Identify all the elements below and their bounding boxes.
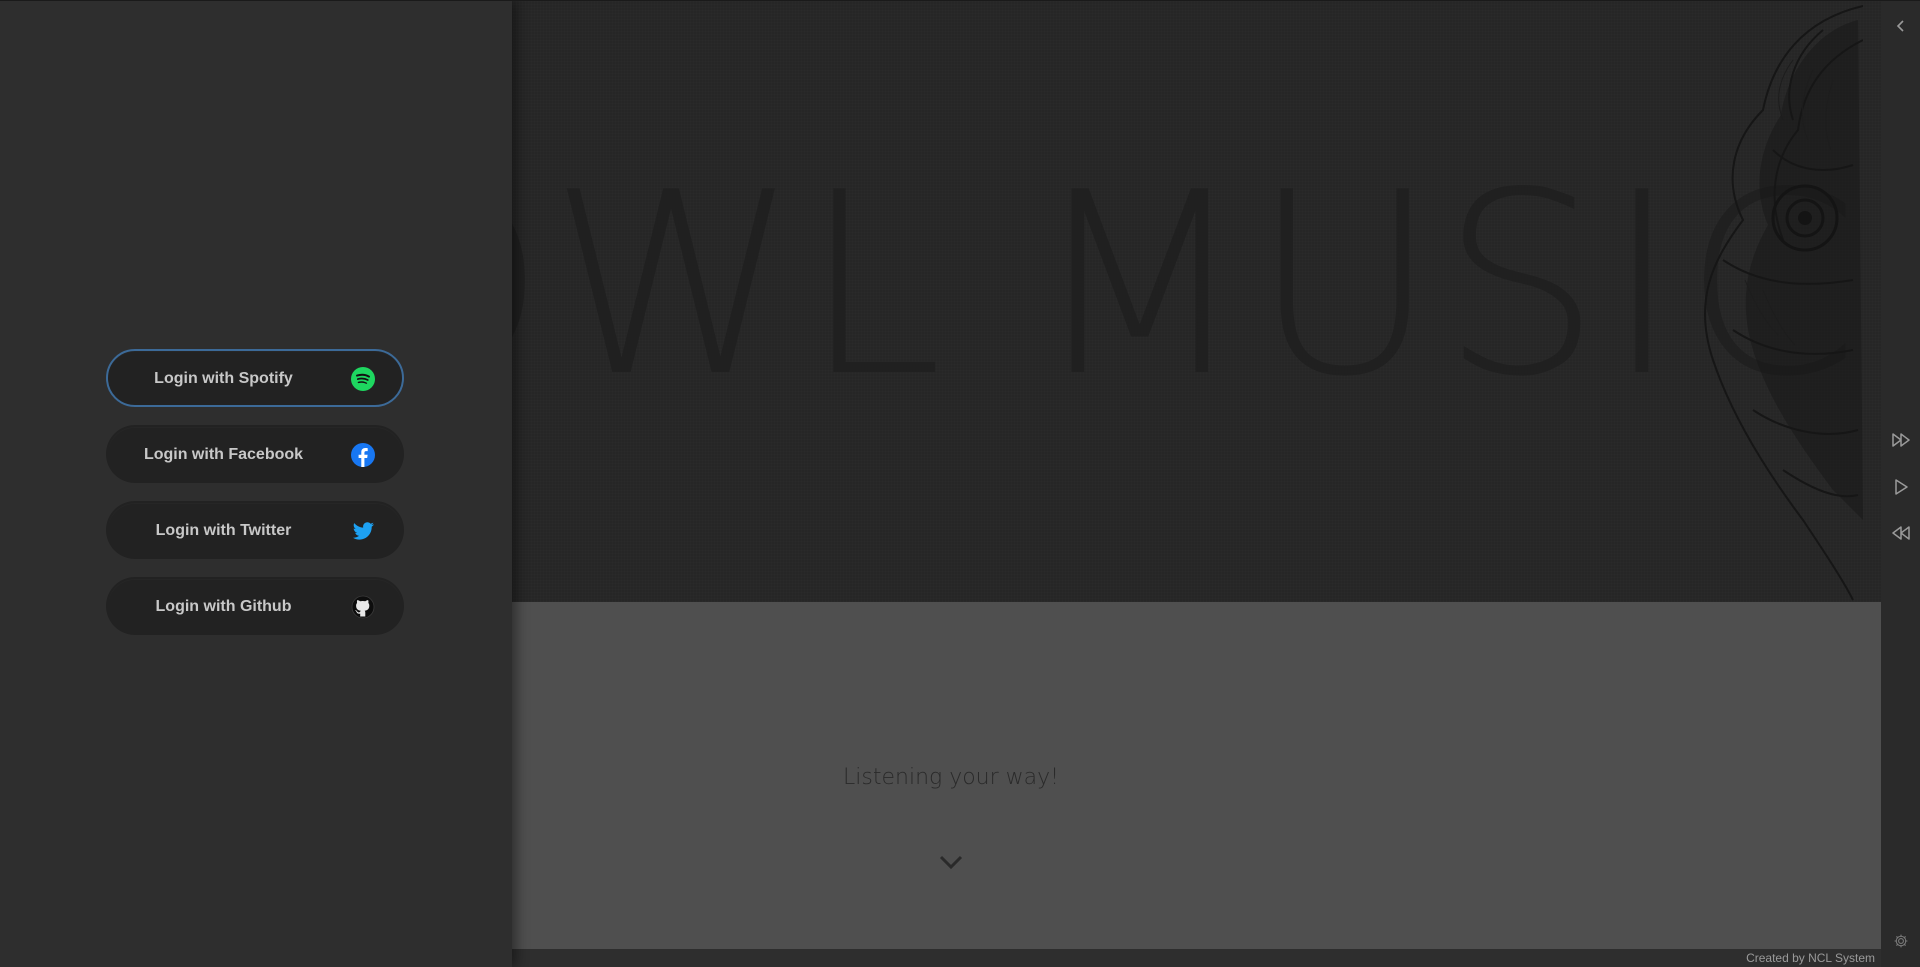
owl-artwork	[1704, 5, 1863, 601]
play-icon[interactable]	[1891, 477, 1911, 497]
credit-text: Created by NCL System	[1746, 951, 1875, 965]
player-controls	[1881, 0, 1920, 967]
facebook-icon	[351, 443, 375, 467]
footer: Created by NCL System	[512, 949, 1881, 967]
login-spotify-label: Login with Spotify	[154, 370, 293, 387]
top-border	[0, 0, 1920, 1]
twitter-icon	[352, 522, 374, 540]
login-github-label: Login with Github	[155, 598, 292, 615]
login-spotify-button[interactable]: Login with Spotify	[106, 349, 404, 407]
login-facebook-label: Login with Facebook	[143, 446, 304, 463]
tagline: Listening your way!	[843, 765, 1059, 790]
login-twitter-button[interactable]: Login with Twitter	[106, 501, 404, 559]
github-icon	[351, 595, 375, 619]
chevron-down-icon[interactable]	[937, 852, 965, 872]
fast-forward-icon[interactable]	[1891, 430, 1911, 450]
hero-section: OWL MUSIC	[512, 0, 1881, 602]
gear-icon[interactable]	[1893, 933, 1909, 949]
intro-section: Listening your way!	[512, 602, 1881, 949]
chevron-left-icon[interactable]	[1891, 16, 1911, 36]
login-drawer: Login with Spotify Login with Facebook L…	[0, 0, 512, 967]
login-twitter-label: Login with Twitter	[155, 522, 292, 539]
login-facebook-button[interactable]: Login with Facebook	[106, 425, 404, 483]
login-github-button[interactable]: Login with Github	[106, 577, 404, 635]
spotify-icon	[351, 367, 375, 391]
rewind-icon[interactable]	[1891, 523, 1911, 543]
